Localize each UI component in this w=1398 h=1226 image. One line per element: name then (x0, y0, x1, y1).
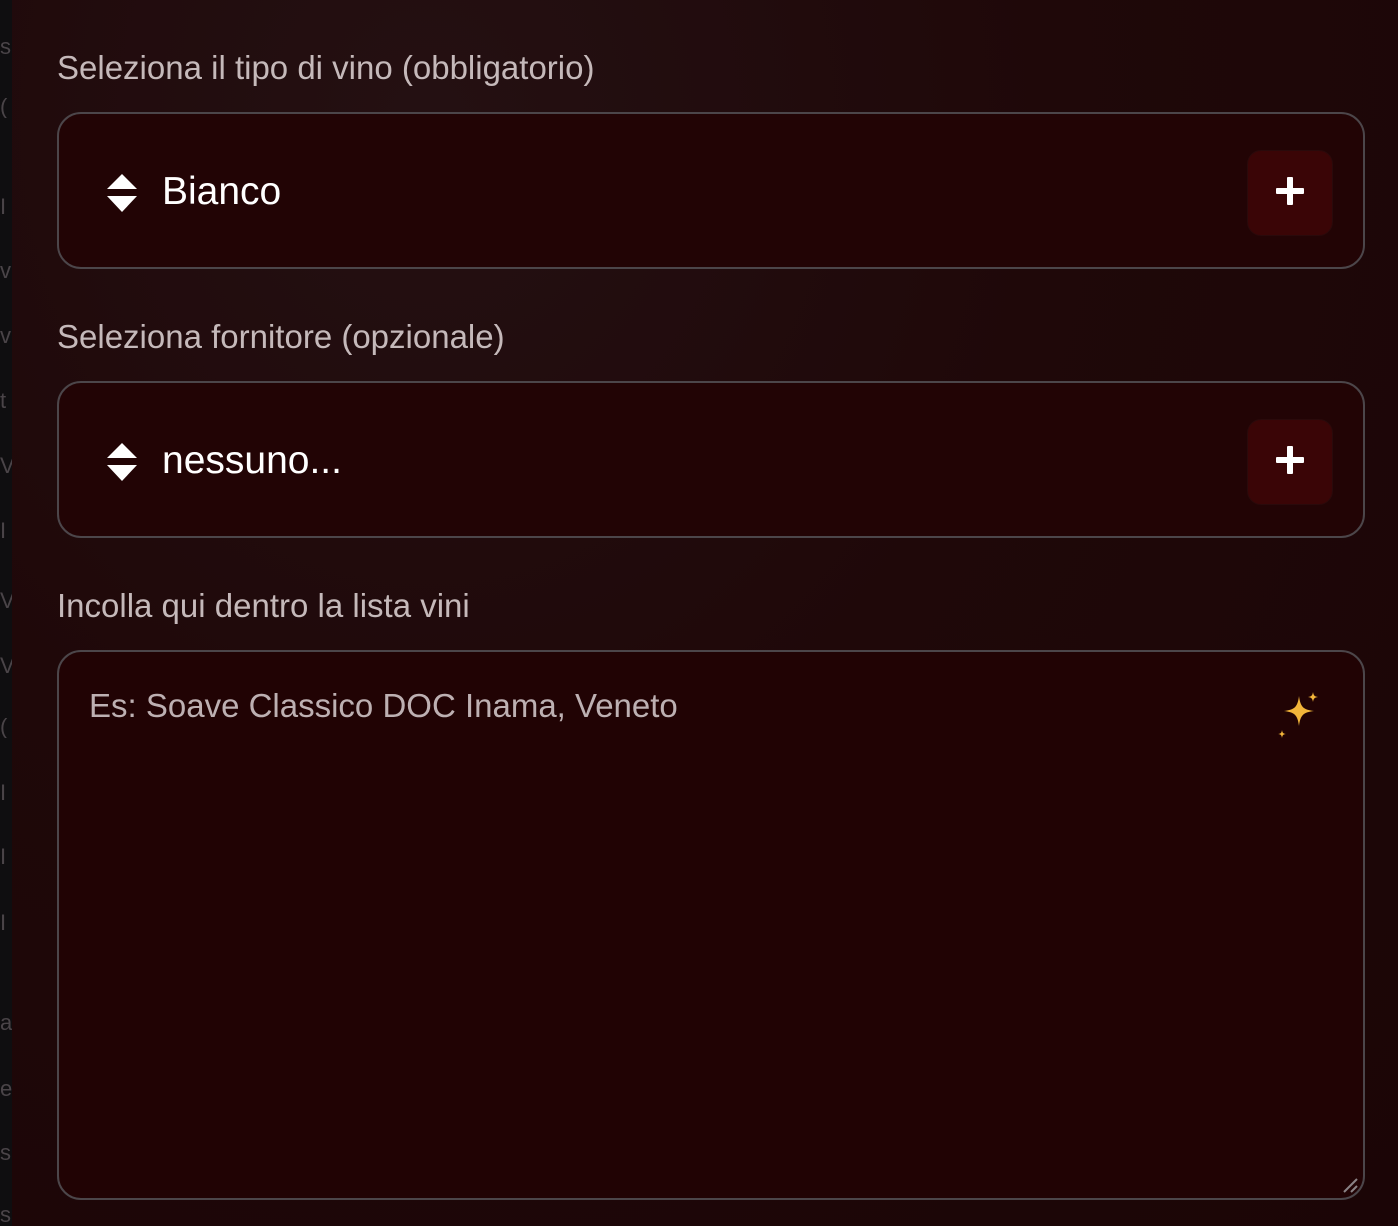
supplier-label: Seleziona fornitore (opzionale) (57, 318, 505, 355)
background-text-fragment: I (0, 196, 7, 218)
background-text-fragment: ( (0, 96, 8, 118)
wine-type-label: Seleziona il tipo di vino (obbligatorio) (57, 49, 595, 86)
add-wine-type-button[interactable] (1247, 150, 1333, 236)
background-text-fragment: I (0, 782, 7, 804)
background-text-fragment: V (0, 655, 12, 677)
background-text-fragment: s (0, 36, 11, 58)
background-text-fragment: ( (0, 716, 8, 738)
background-text-fragment: I (0, 520, 7, 542)
background-text-fragment: e (0, 1078, 12, 1100)
wine-type-select[interactable]: Bianco (57, 112, 1365, 269)
background-text-fragment: I (0, 846, 7, 868)
wine-type-value: Bianco (162, 170, 282, 213)
sort-updown-icon (107, 174, 137, 212)
supplier-select[interactable]: nessuno... (57, 381, 1365, 538)
plus-icon (1276, 445, 1304, 479)
background-text-fragment: v (0, 260, 11, 282)
left-background-strip: s ( I v v t V I V V ( I I I a e s s (0, 0, 12, 1226)
background-text-fragment: V (0, 455, 12, 477)
wine-list-field (57, 650, 1365, 1200)
supplier-value: nessuno... (162, 439, 342, 482)
sparkle-icon[interactable] (1277, 690, 1323, 744)
wine-import-form: Seleziona il tipo di vino (obbligatorio)… (12, 0, 1398, 1226)
plus-icon (1276, 176, 1304, 210)
background-text-fragment: t (0, 390, 7, 412)
background-text-fragment: s (0, 1204, 11, 1226)
background-text-fragment: s (0, 1142, 11, 1164)
background-text-fragment: v (0, 325, 11, 347)
resize-handle-icon[interactable] (1341, 1176, 1359, 1194)
background-text-fragment: a (0, 1012, 12, 1034)
background-text-fragment: I (0, 912, 7, 934)
add-supplier-button[interactable] (1247, 419, 1333, 505)
wine-list-textarea[interactable] (59, 652, 1363, 1198)
sort-updown-icon (107, 443, 137, 481)
background-text-fragment: V (0, 590, 12, 612)
wine-list-label: Incolla qui dentro la lista vini (57, 587, 470, 624)
